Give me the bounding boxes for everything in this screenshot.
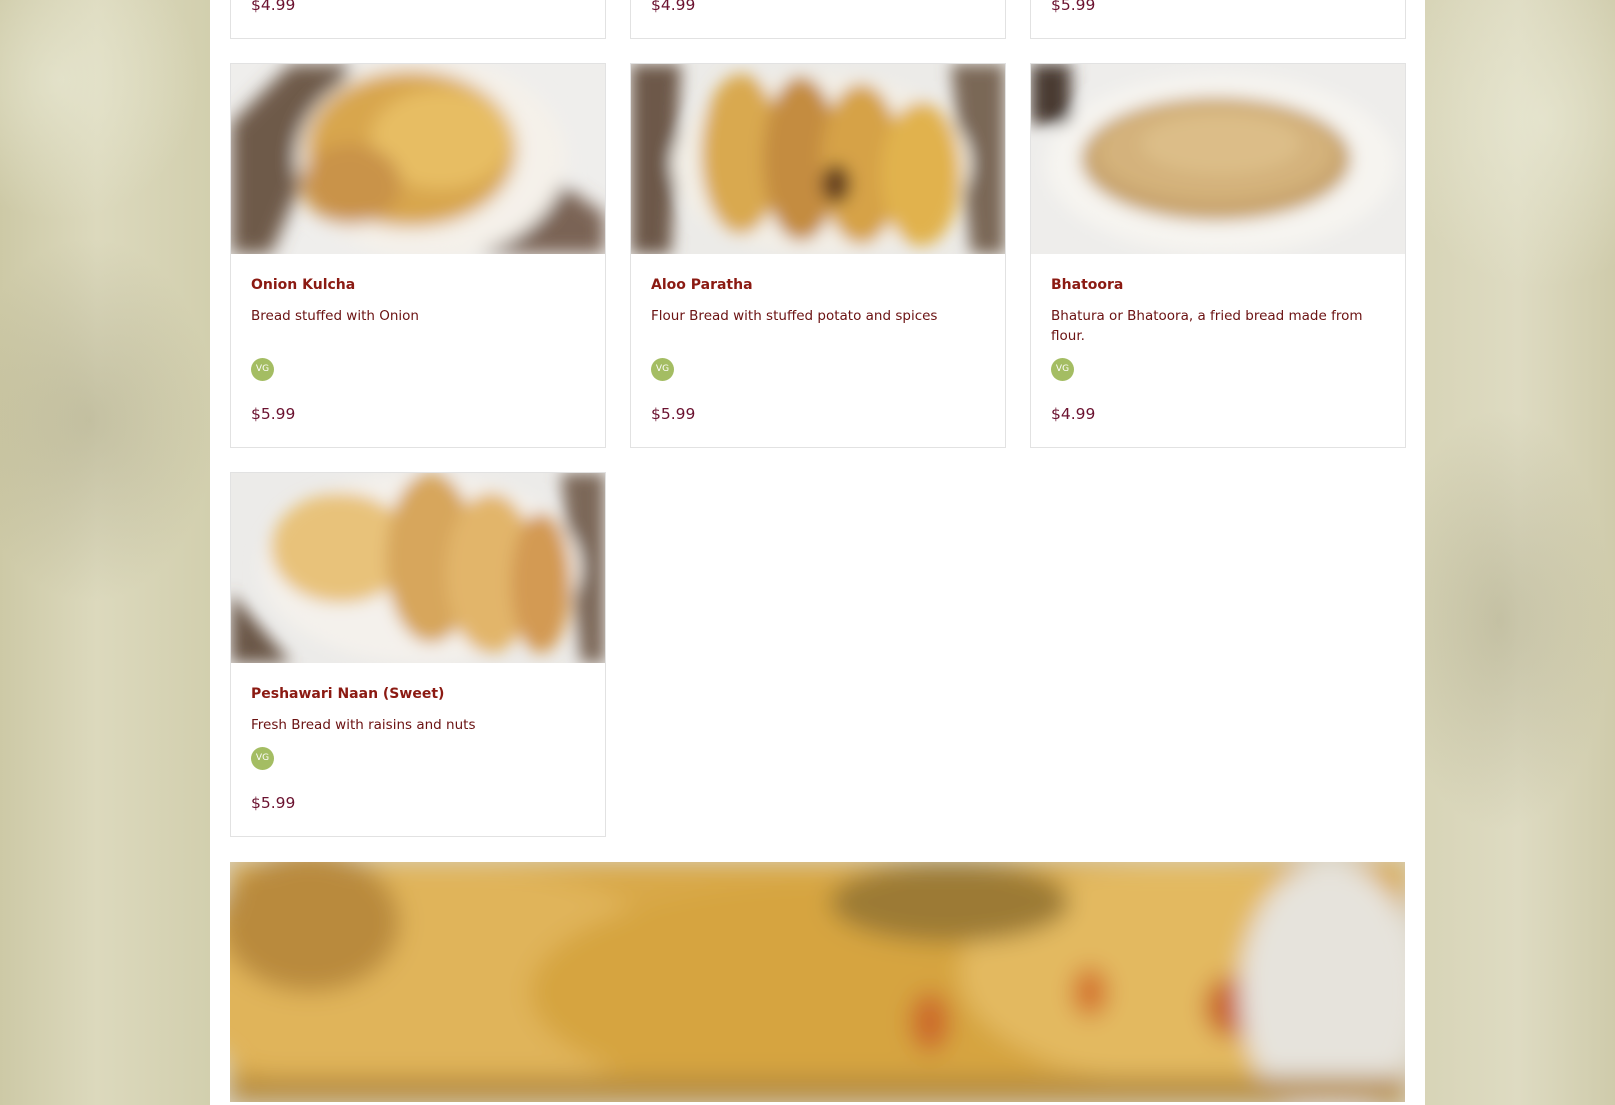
item-description: Bread stuffed with Onion — [251, 308, 419, 324]
aloo-paratha-photo — [631, 64, 1005, 254]
item-price: $5.99 — [251, 794, 296, 812]
bhatoora-photo — [1031, 64, 1405, 254]
item-price: $4.99 — [251, 0, 296, 14]
onion-kulcha-photo — [231, 64, 605, 254]
menu-page: $4.99 $4.99 $5.99 Onion Kulcha Bread stu… — [210, 0, 1425, 1105]
item-description: Flour Bread with stuffed potato and spic… — [651, 308, 938, 324]
section-banner-photo — [230, 862, 1405, 1102]
item-title: Peshawari Naan (Sweet) — [251, 686, 445, 702]
menu-card-onion-kulcha[interactable]: Onion Kulcha Bread stuffed with Onion VG… — [230, 63, 606, 448]
vegetarian-badge-icon: VG — [651, 358, 674, 381]
item-title: Aloo Paratha — [651, 277, 753, 293]
menu-card-aloo-paratha[interactable]: Aloo Paratha Flour Bread with stuffed po… — [630, 63, 1006, 448]
item-title: Bhatoora — [1051, 277, 1124, 293]
menu-card-top-3[interactable]: $5.99 — [1030, 0, 1406, 39]
item-price: $5.99 — [251, 405, 296, 423]
item-description: Fresh Bread with raisins and nuts — [251, 717, 476, 733]
item-price: $4.99 — [1051, 405, 1096, 423]
vegetarian-badge-icon: VG — [251, 747, 274, 770]
item-title: Onion Kulcha — [251, 277, 356, 293]
item-description: Bhatura or Bhatoora, a fried bread made … — [1051, 308, 1363, 344]
item-price: $5.99 — [1051, 0, 1096, 14]
peshawari-naan-photo — [231, 473, 605, 663]
vegetarian-badge-icon: VG — [251, 358, 274, 381]
vegetarian-badge-icon: VG — [1051, 358, 1074, 381]
menu-card-top-1[interactable]: $4.99 — [230, 0, 606, 39]
item-price: $5.99 — [651, 405, 696, 423]
menu-card-top-2[interactable]: $4.99 — [630, 0, 1006, 39]
menu-card-bhatoora[interactable]: Bhatoora Bhatura or Bhatoora, a fried br… — [1030, 63, 1406, 448]
item-price: $4.99 — [651, 0, 696, 14]
menu-card-peshawari-naan[interactable]: Peshawari Naan (Sweet) Fresh Bread with … — [230, 472, 606, 837]
